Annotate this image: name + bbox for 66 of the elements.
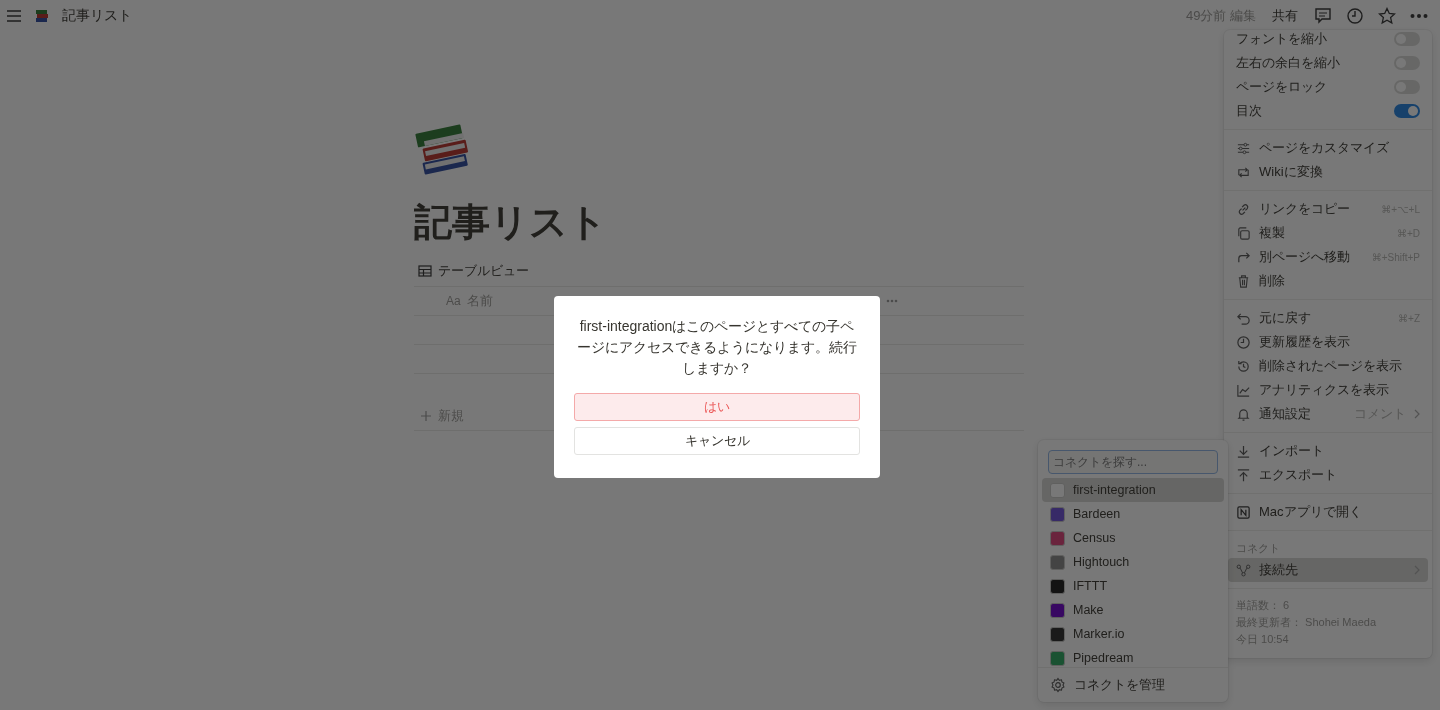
table-view-tab[interactable]: テーブルビュー	[438, 261, 529, 280]
star-icon[interactable]	[1378, 7, 1396, 25]
page-title[interactable]: 記事リスト	[62, 7, 132, 25]
integration-item[interactable]: Bardeen	[1042, 502, 1224, 526]
menu-item[interactable]: 削除	[1259, 272, 1420, 290]
bell-icon	[1236, 406, 1251, 422]
download-icon	[1236, 443, 1251, 459]
table-icon	[418, 264, 432, 277]
manage-connections-button[interactable]: コネクトを管理	[1038, 667, 1228, 702]
app-logo-icon	[1050, 506, 1065, 522]
menu-icon[interactable]	[6, 9, 22, 23]
menu-item[interactable]: ページをカスタマイズ	[1259, 139, 1420, 157]
trash-icon	[1236, 273, 1251, 289]
integration-item[interactable]: Make	[1042, 598, 1224, 622]
menu-item[interactable]: インポート	[1259, 442, 1420, 460]
copy-icon	[1236, 225, 1251, 241]
books-icon	[34, 8, 50, 24]
menu-item[interactable]: Macアプリで開く	[1259, 503, 1420, 521]
more-icon[interactable]	[1410, 13, 1428, 19]
app-logo-icon	[1050, 602, 1065, 618]
share-button[interactable]: 共有	[1270, 5, 1300, 27]
app-logo-icon	[1050, 578, 1065, 594]
menu-item[interactable]: 複製	[1259, 224, 1389, 242]
chevron-right-icon	[1414, 409, 1420, 419]
history-icon	[1236, 358, 1251, 374]
menu-item-label: フォントを縮小	[1236, 30, 1328, 48]
upload-icon	[1236, 467, 1251, 483]
app-logo-icon	[1050, 482, 1065, 498]
menu-item[interactable]: エクスポート	[1259, 466, 1420, 484]
sliders-icon	[1236, 140, 1251, 156]
menu-item-label: 左右の余白を縮小	[1236, 54, 1341, 72]
comment-icon[interactable]	[1314, 7, 1332, 25]
more-icon[interactable]	[886, 298, 898, 303]
app-logo-icon	[1050, 650, 1065, 666]
menu-item[interactable]: アナリティクスを表示	[1259, 381, 1420, 399]
chart-icon	[1236, 382, 1251, 398]
menu-item-label: ページをロック	[1236, 78, 1328, 96]
integration-item[interactable]: Marker.io	[1042, 622, 1224, 646]
integration-item[interactable]: Pipedream	[1042, 646, 1224, 667]
menu-item[interactable]: 別ページへ移動	[1259, 248, 1364, 266]
menu-item[interactable]: 元に戻す	[1259, 309, 1391, 327]
integration-item[interactable]: Census	[1042, 526, 1224, 550]
integration-item[interactable]: IFTTT	[1042, 574, 1224, 598]
integration-item[interactable]: Hightouch	[1042, 550, 1224, 574]
menu-item-label: 目次	[1236, 102, 1263, 120]
menu-item[interactable]: 削除されたページを表示	[1259, 357, 1420, 375]
app-logo-icon	[1050, 554, 1065, 570]
menu-item[interactable]: リンクをコピー	[1259, 200, 1374, 218]
page-heading: 記事リスト	[414, 200, 608, 245]
plus-icon[interactable]	[420, 409, 432, 422]
menu-item[interactable]: Wikiに変換	[1259, 163, 1420, 181]
cancel-button[interactable]: キャンセル	[574, 427, 860, 455]
app-icon	[1236, 504, 1251, 520]
menu-item[interactable]: 更新履歴を表示	[1259, 333, 1420, 351]
app-logo-icon	[1050, 530, 1065, 546]
toggle-switch[interactable]	[1394, 104, 1420, 118]
nodes-icon	[1236, 562, 1251, 578]
menu-item[interactable]: 通知設定	[1259, 405, 1346, 423]
app-logo-icon	[1050, 626, 1065, 642]
clock-icon[interactable]	[1346, 7, 1364, 25]
settings-icon	[1050, 677, 1066, 693]
confirm-button[interactable]: はい	[574, 393, 860, 421]
integration-item[interactable]: first-integration	[1042, 478, 1224, 502]
clock-icon	[1236, 334, 1251, 350]
link-icon	[1236, 201, 1251, 217]
dialog-message: first-integrationはこのページとすべての子ページにアクセスできるようになります。続行しますか？	[576, 317, 858, 378]
